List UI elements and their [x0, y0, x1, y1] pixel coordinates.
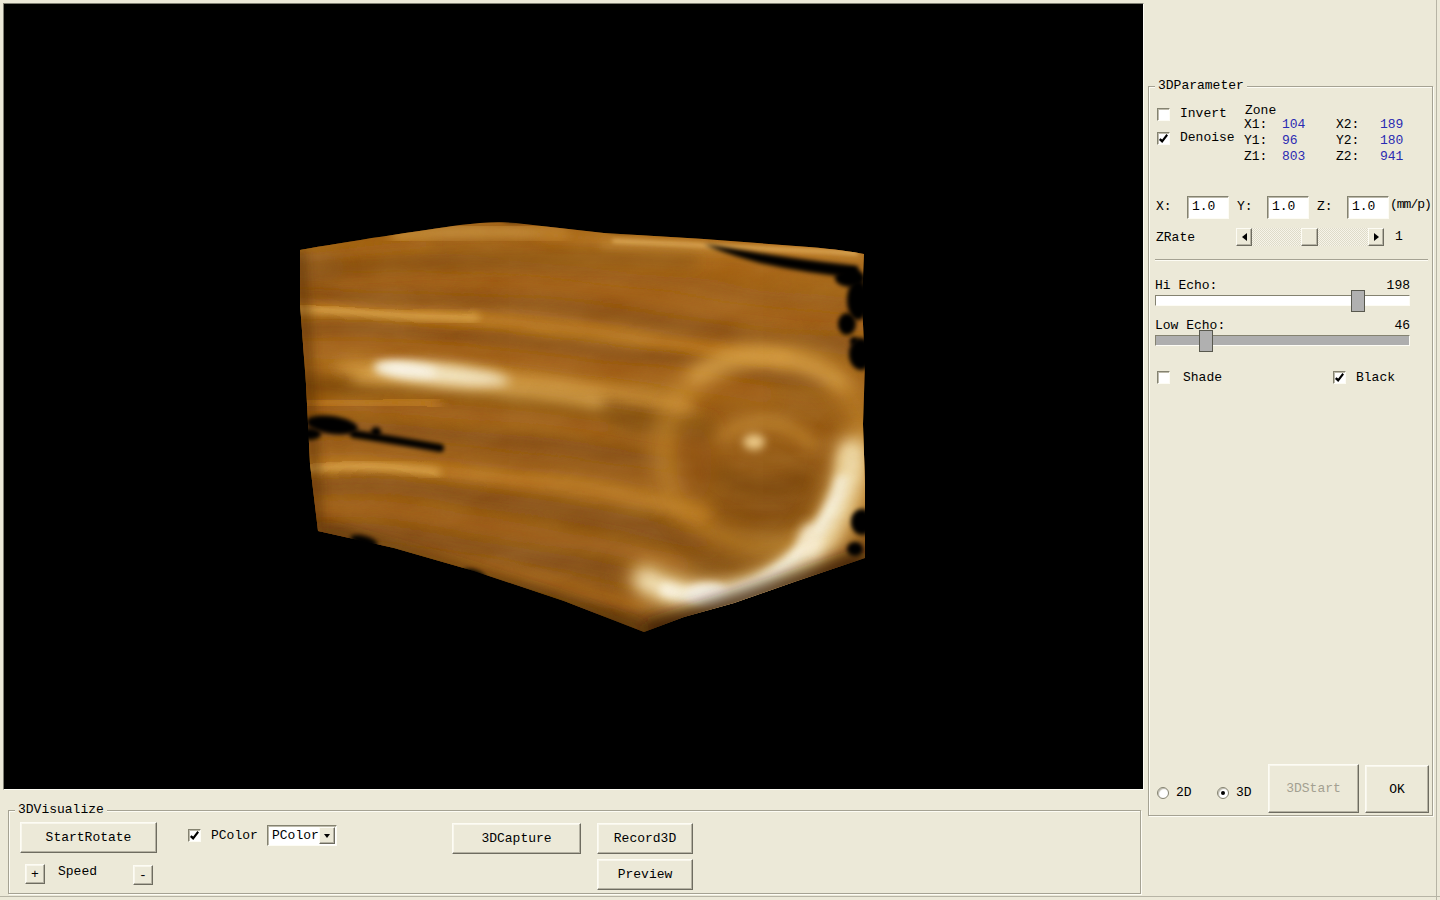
zone-x1-label: X1: [1244, 117, 1267, 132]
ok-button[interactable]: OK [1365, 765, 1429, 813]
black-checkbox[interactable] [1333, 371, 1346, 384]
low-echo-slider-thumb[interactable] [1199, 330, 1213, 352]
mode-3d-label: 3D [1236, 785, 1252, 800]
visualize-group-title: 3DVisualize [15, 802, 107, 818]
mode-3d-radio[interactable] [1217, 787, 1229, 799]
black-label: Black [1356, 370, 1395, 385]
shade-label: Shade [1183, 370, 1222, 385]
zone-x1-value: 104 [1282, 117, 1305, 132]
volume-3d-render [4, 4, 1144, 790]
pcolor-combobox[interactable]: PColor [267, 825, 337, 846]
shade-checkbox[interactable] [1157, 371, 1170, 384]
zrate-label: ZRate [1156, 230, 1195, 245]
zone-y2-value: 180 [1380, 133, 1403, 148]
record-button[interactable]: Record3D [597, 823, 693, 854]
start-rotate-button[interactable]: StartRotate [20, 822, 157, 853]
param-group-title: 3DParameter [1155, 78, 1247, 94]
speed-label: Speed [58, 864, 97, 879]
scale-z-label: Z: [1317, 199, 1333, 214]
separator [1155, 259, 1428, 261]
zrate-scroll-left-button[interactable] [1236, 228, 1252, 246]
low-echo-label: Low Echo: [1155, 318, 1225, 333]
scale-z-input[interactable]: 1.0 [1347, 196, 1389, 219]
capture-button[interactable]: 3DCapture [452, 823, 581, 854]
mode-2d-label: 2D [1176, 785, 1192, 800]
zone-z2-value: 941 [1380, 149, 1403, 164]
scroll-left-icon [1242, 233, 1247, 241]
zrate-scrollbar-thumb[interactable] [1301, 228, 1318, 246]
mode-2d-radio[interactable] [1157, 787, 1169, 799]
zone-y2-label: Y2: [1336, 133, 1359, 148]
zone-label: Zone [1245, 103, 1276, 118]
zone-x2-value: 189 [1380, 117, 1403, 132]
window-edge-bottom [0, 896, 1440, 897]
denoise-label: Denoise [1180, 130, 1235, 145]
dropdown-arrow-icon [324, 834, 330, 838]
low-echo-slider-track[interactable] [1155, 335, 1410, 346]
zone-z2-label: Z2: [1336, 149, 1359, 164]
pcolor-combobox-button[interactable] [319, 827, 335, 844]
scale-unit-label: (mm/p) [1390, 197, 1431, 212]
denoise-checkbox[interactable] [1157, 132, 1170, 145]
scale-x-label: X: [1156, 199, 1172, 214]
zone-y1-label: Y1: [1244, 133, 1267, 148]
zrate-scroll-right-button[interactable] [1368, 228, 1384, 246]
scale-y-label: Y: [1237, 199, 1253, 214]
zrate-scrollbar[interactable] [1236, 228, 1384, 246]
scale-x-input[interactable]: 1.0 [1187, 196, 1229, 219]
scroll-right-icon [1374, 233, 1379, 241]
speed-minus-button[interactable]: - [133, 865, 153, 885]
window-edge-right [1436, 0, 1437, 900]
zone-y1-value: 96 [1282, 133, 1298, 148]
speed-plus-button[interactable]: + [25, 864, 45, 884]
zone-x2-label: X2: [1336, 117, 1359, 132]
preview-button[interactable]: Preview [597, 859, 693, 890]
hi-echo-value: 198 [1386, 278, 1410, 293]
hi-echo-slider-track[interactable] [1155, 295, 1410, 306]
low-echo-value: 46 [1386, 318, 1410, 333]
hi-echo-slider-thumb[interactable] [1351, 290, 1365, 312]
invert-label: Invert [1180, 106, 1227, 121]
render-viewport[interactable] [3, 3, 1144, 790]
scale-y-input[interactable]: 1.0 [1267, 196, 1309, 219]
zone-z1-value: 803 [1282, 149, 1305, 164]
pcolor-checkbox[interactable] [188, 829, 201, 842]
zrate-value: 1 [1395, 229, 1403, 244]
pcolor-combobox-value: PColor [272, 827, 319, 844]
zone-z1-label: Z1: [1244, 149, 1267, 164]
pcolor-label: PColor [211, 828, 258, 843]
start3d-button[interactable]: 3DStart [1268, 764, 1359, 813]
hi-echo-label: Hi Echo: [1155, 278, 1217, 293]
invert-checkbox[interactable] [1157, 108, 1170, 121]
